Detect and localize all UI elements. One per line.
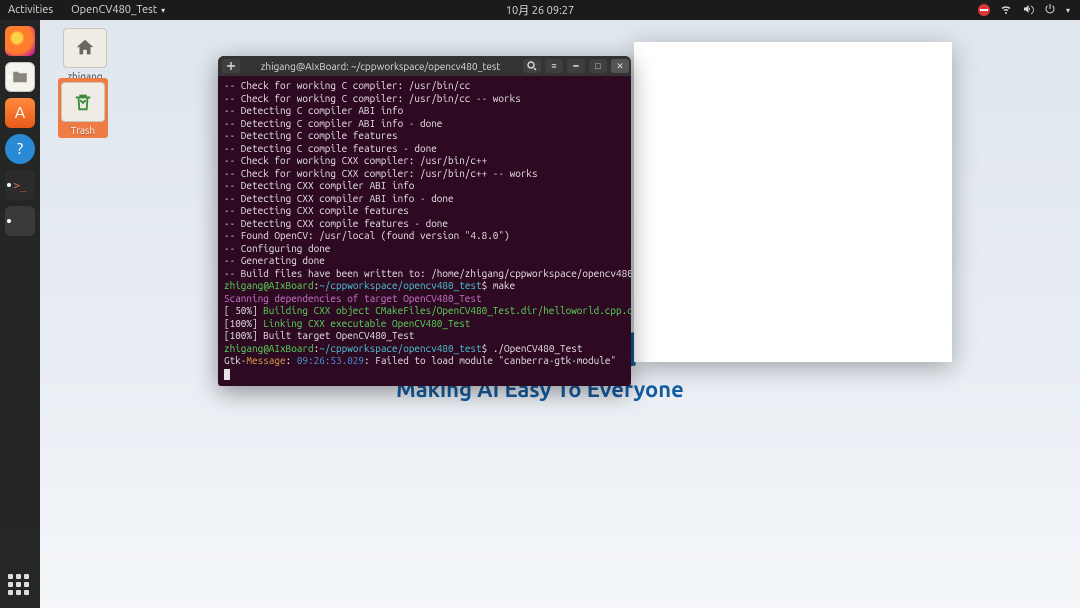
clock[interactable]: 10月 26 09:27 [506,2,574,18]
help-launcher[interactable]: ? [5,134,35,164]
minimize-button[interactable]: ━ [567,59,585,73]
home-folder-icon[interactable]: zhigang [58,28,112,82]
opencv-output-window[interactable] [634,42,952,362]
close-button[interactable]: ✕ [611,59,629,73]
do-not-disturb-icon[interactable] [978,4,990,16]
power-icon[interactable] [1044,3,1056,18]
app-menu-label: OpenCV480_Test [71,4,157,16]
app-menu[interactable]: OpenCV480_Test ▾ [71,4,165,16]
trash-label: Trash [61,125,105,136]
terminal-title: zhigang@AIxBoard: ~/cppworkspace/opencv4… [240,61,521,72]
trash-icon[interactable]: Trash [56,78,110,138]
volume-icon[interactable] [1022,3,1034,18]
firefox-launcher[interactable] [5,26,35,56]
wifi-icon[interactable] [1000,3,1012,18]
terminal-titlebar[interactable]: zhigang@AIxBoard: ~/cppworkspace/opencv4… [218,56,631,76]
terminal-body[interactable]: -- Check for working C compiler: /usr/bi… [218,76,631,386]
chevron-down-icon: ▾ [161,6,165,15]
activities-button[interactable]: Activities [8,4,53,16]
hamburger-menu-icon[interactable]: ≡ [545,59,563,73]
dock: A ? >_ [0,20,40,608]
new-tab-icon[interactable] [222,59,240,73]
top-panel: Activities OpenCV480_Test ▾ 10月 26 09:27… [0,0,1080,20]
maximize-button[interactable]: □ [589,59,607,73]
show-applications-button[interactable] [8,574,32,598]
terminal-window[interactable]: zhigang@AIxBoard: ~/cppworkspace/opencv4… [218,56,631,386]
software-center-launcher[interactable]: A [5,98,35,128]
search-icon[interactable] [523,59,541,73]
system-menu-chevron-icon[interactable]: ▾ [1066,6,1070,15]
